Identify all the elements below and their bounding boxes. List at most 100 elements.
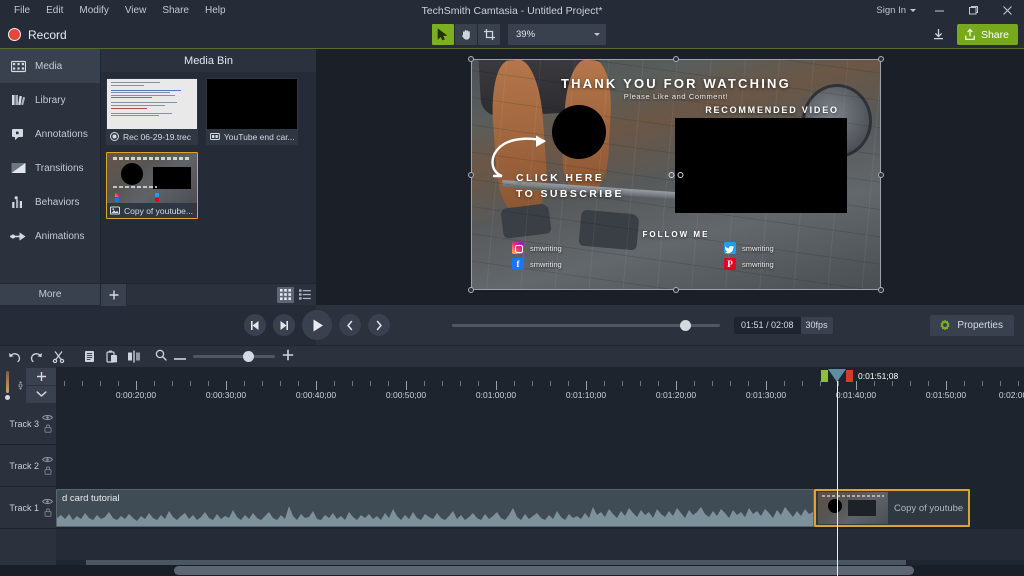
sidebar-item-library[interactable]: Library	[0, 83, 100, 117]
add-track-button[interactable]	[26, 367, 56, 385]
paste-button[interactable]	[101, 347, 122, 367]
eye-icon	[42, 498, 53, 505]
grid-view-button[interactable]	[277, 286, 294, 303]
maximize-button[interactable]	[956, 0, 990, 21]
rotate-dot[interactable]	[668, 171, 675, 178]
resize-handle-tr[interactable]	[878, 56, 884, 62]
zoom-to-fit-control[interactable]	[16, 380, 26, 390]
menu-item-modify[interactable]: Modify	[71, 2, 116, 19]
magnifier-icon[interactable]	[155, 348, 167, 366]
timeline-toolbar	[0, 345, 1024, 367]
lock-icon	[44, 508, 51, 517]
resize-handle-tl[interactable]	[468, 56, 474, 62]
download-button[interactable]	[928, 24, 950, 45]
film-strip-icon	[10, 58, 26, 74]
zoom-slider[interactable]	[193, 351, 275, 362]
split-button[interactable]	[123, 347, 144, 367]
volume-slider[interactable]	[6, 370, 10, 393]
sidebar-item-media[interactable]: Media	[0, 49, 100, 83]
fps-badge: 30fps	[800, 316, 833, 334]
list-view-button[interactable]	[296, 287, 313, 303]
cursor-tool[interactable]	[432, 24, 454, 45]
play-button[interactable]	[302, 310, 332, 340]
minimize-button[interactable]	[922, 0, 956, 21]
media-item-name: Copy of youtube...	[124, 205, 193, 216]
sidebar-item-animations[interactable]: Animations	[0, 219, 100, 253]
sidebar-more-button[interactable]: More	[0, 283, 100, 305]
playback-bar: 01:51 / 02:08 30fps Properties	[244, 305, 1024, 345]
menu-item-file[interactable]: File	[6, 2, 38, 19]
timeline-ruler[interactable]: 0:00:20;00 0:00:30;00 0:00:40;00 0:00:50…	[56, 367, 1024, 403]
playback-scrubber[interactable]	[452, 319, 720, 331]
share-button[interactable]: Share	[956, 24, 1018, 45]
volume-knob[interactable]	[5, 394, 11, 400]
zoom-slider-knob[interactable]	[243, 351, 254, 362]
main-toolbar: Record 39% Share	[0, 21, 1024, 49]
canvas-stage[interactable]: THANK YOU FOR WATCHING Please Like and C…	[468, 56, 884, 293]
sidebar-item-transitions[interactable]: Transitions	[0, 151, 100, 185]
previous-marker-button[interactable]	[339, 314, 361, 336]
redo-button[interactable]	[26, 347, 47, 367]
menu-item-view[interactable]: View	[117, 2, 155, 19]
out-marker[interactable]	[846, 369, 853, 382]
resize-handle-mr[interactable]	[878, 171, 884, 178]
close-button[interactable]	[990, 0, 1024, 21]
collapse-tracks-button[interactable]	[26, 385, 56, 403]
sign-in-button[interactable]: Sign In	[870, 5, 922, 16]
track-header[interactable]: Track 3	[0, 403, 56, 444]
crop-tool[interactable]	[478, 24, 500, 45]
copy-button[interactable]	[79, 347, 100, 367]
time-display: 01:51 / 02:08 30fps	[734, 316, 833, 334]
zoom-out-button[interactable]	[174, 348, 186, 366]
media-caption: Copy of youtube...	[107, 203, 197, 218]
undo-button[interactable]	[4, 347, 25, 367]
playhead-handle[interactable]: 0:01:51;08	[821, 369, 898, 382]
in-marker[interactable]	[821, 369, 828, 382]
resize-handle-bc[interactable]	[673, 287, 679, 293]
next-marker-button[interactable]	[368, 314, 390, 336]
hand-tool[interactable]	[455, 24, 477, 45]
timeline: 0:00:20;00 0:00:30;00 0:00:40;00 0:00:50…	[0, 367, 1024, 576]
track-header[interactable]: Track 1	[0, 487, 56, 528]
resize-handle-bl[interactable]	[468, 287, 474, 293]
title-bar: File Edit Modify View Share Help TechSmi…	[0, 0, 1024, 21]
timeline-clip[interactable]: d card tutorial	[56, 489, 814, 527]
menu-item-share[interactable]: Share	[154, 2, 197, 19]
properties-button[interactable]: Properties	[930, 314, 1014, 336]
resize-handle-br[interactable]	[878, 287, 884, 293]
track-list: Track 3 Track 2 d card tutorial Copy of …	[0, 403, 1024, 576]
rotation-handles[interactable]	[668, 171, 684, 178]
sidebar-item-annotations[interactable]: Annotations	[0, 117, 100, 151]
cut-button[interactable]	[48, 347, 69, 367]
media-item[interactable]: Rec 06-29-19.trec	[106, 78, 198, 145]
track-lane[interactable]: d card tutorial Copy of youtube	[56, 487, 1024, 528]
zoom-level-select[interactable]: 39%	[508, 24, 606, 45]
track-lane[interactable]	[56, 445, 1024, 486]
menu-item-edit[interactable]: Edit	[38, 2, 71, 19]
behaviors-icon	[10, 194, 26, 210]
timeline-scrollbar-thumb[interactable]	[174, 566, 914, 575]
record-button[interactable]: Record	[0, 21, 77, 49]
sidebar-item-behaviors[interactable]: Behaviors	[0, 185, 100, 219]
rotate-dot[interactable]	[677, 171, 684, 178]
track-name: Track 1	[9, 502, 39, 513]
media-item[interactable]: YouTube end car...	[206, 78, 298, 145]
previous-frame-button[interactable]	[244, 314, 266, 336]
media-caption: Rec 06-29-19.trec	[107, 129, 197, 144]
next-frame-button[interactable]	[273, 314, 295, 336]
preview-canvas[interactable]: THANK YOU FOR WATCHING Please Like and C…	[316, 49, 1024, 305]
track-header[interactable]: Track 2	[0, 445, 56, 486]
add-media-button[interactable]	[101, 283, 127, 306]
timeline-horizontal-scrollbar[interactable]	[0, 565, 1024, 576]
play-icon	[313, 319, 323, 331]
track-lane[interactable]	[56, 403, 1024, 444]
scrubber-knob[interactable]	[680, 319, 691, 331]
media-item[interactable]: Copy of youtube...	[106, 152, 198, 219]
resize-handle-ml[interactable]	[468, 171, 474, 178]
books-icon	[10, 92, 26, 108]
menu-item-help[interactable]: Help	[197, 2, 234, 19]
resize-handle-tc[interactable]	[673, 56, 679, 62]
zoom-in-button[interactable]	[282, 348, 294, 366]
record-label: Record	[28, 27, 67, 42]
volume-control[interactable]	[0, 367, 16, 403]
